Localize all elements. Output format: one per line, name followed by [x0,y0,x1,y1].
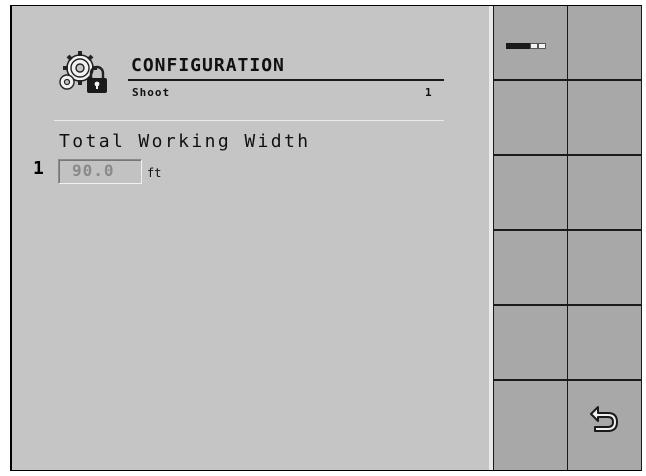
subtitle-number: 1 [425,86,432,99]
page-indicator-icon [506,43,556,49]
subtitle-label: Shoot [132,86,171,99]
softkey-page-indicator[interactable] [494,6,567,79]
softkey-r4-c2[interactable] [568,231,641,304]
softkey-r3-c1[interactable] [494,156,567,229]
field-index-number: 1 [33,158,44,179]
return-arrow-icon [590,405,620,437]
section-divider [54,120,444,121]
softkey-r4-c1[interactable] [494,231,567,304]
softkey-panel [493,6,642,470]
softkey-r3-c2[interactable] [568,156,641,229]
back-button[interactable] [568,381,641,470]
gears-lock-icon [50,48,120,102]
softkey-r2-c1[interactable] [494,81,567,154]
total-working-width-label: Total Working Width [59,131,311,152]
softkey-r2-c2[interactable] [568,81,641,154]
softkey-r5-c2[interactable] [568,306,641,379]
title-underline [128,79,444,81]
softkey-r5-c1[interactable] [494,306,567,379]
total-working-width-unit: ft [147,166,162,180]
total-working-width-value[interactable]: 90.0 [72,161,115,180]
display-frame: CONFIGURATION Shoot 1 Total Working Widt… [0,0,646,476]
softkey-r1-c2[interactable] [568,6,641,79]
page-title: CONFIGURATION [131,55,285,76]
softkey-r6-c1[interactable] [494,381,567,470]
